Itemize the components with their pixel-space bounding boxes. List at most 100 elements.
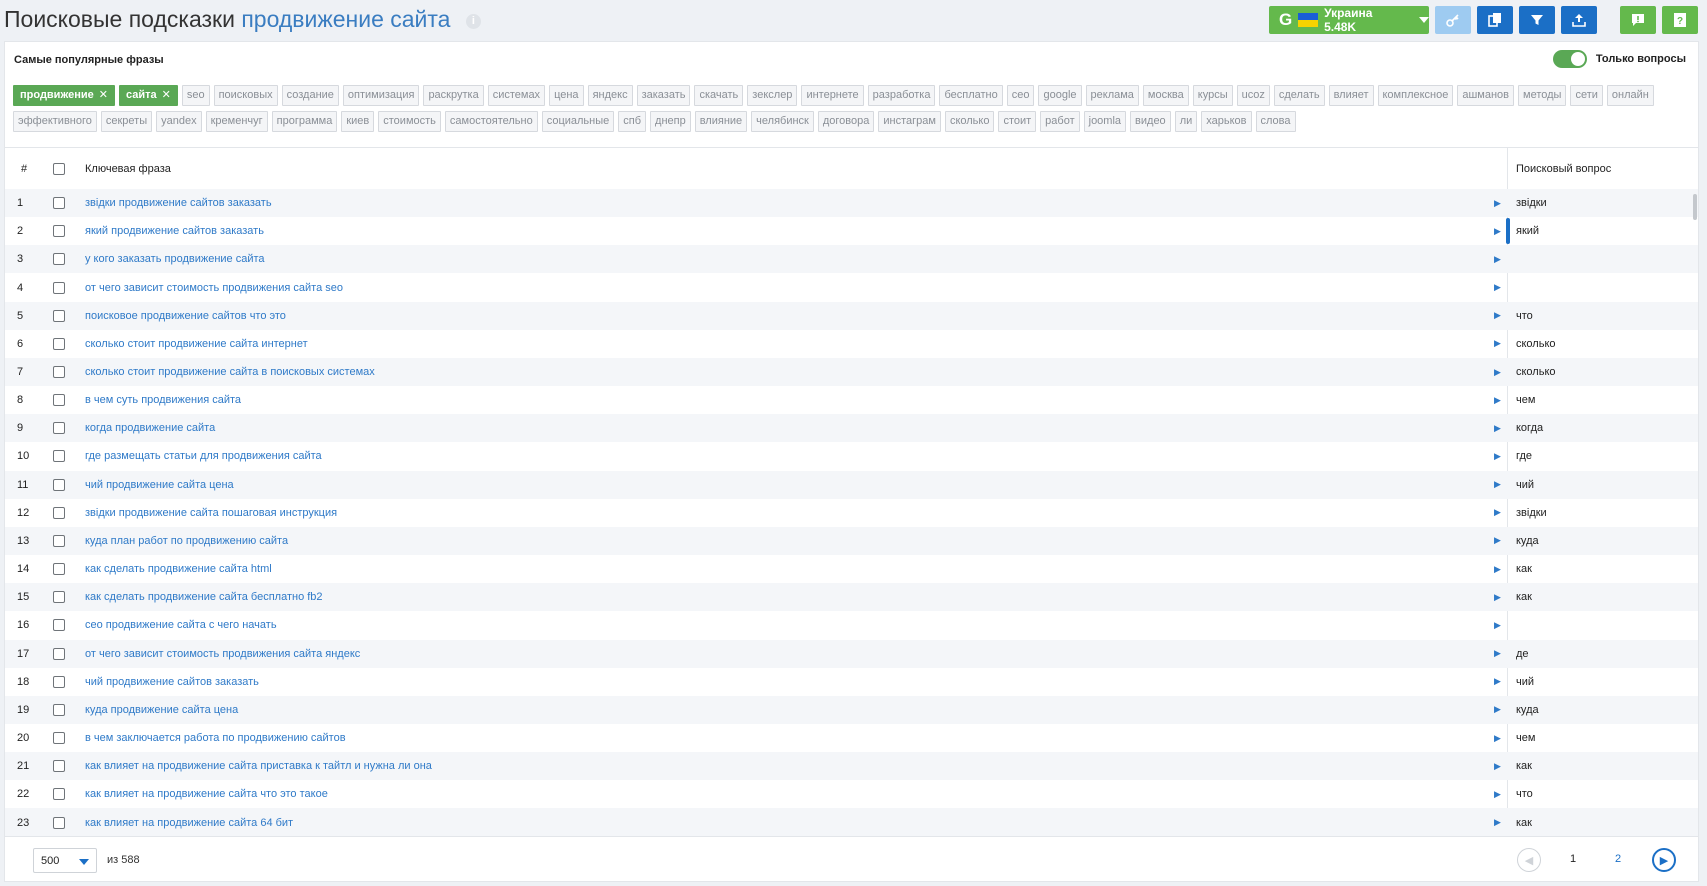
expand-arrow-icon[interactable]: ▶ [1494, 273, 1501, 301]
row-checkbox[interactable] [53, 563, 65, 576]
phrase-chip[interactable]: спб [618, 111, 647, 132]
phrase-chip[interactable]: стоит [998, 111, 1037, 132]
active-chip[interactable]: сайта ✕ [118, 85, 178, 106]
row-checkbox[interactable] [53, 197, 65, 210]
keyword-phrase-link[interactable]: звідки продвижение сайтов заказать [85, 189, 272, 217]
phrase-chip[interactable]: челябинск [751, 111, 814, 132]
row-checkbox[interactable] [53, 225, 65, 238]
expand-arrow-icon[interactable]: ▶ [1494, 780, 1501, 808]
expand-arrow-icon[interactable]: ▶ [1494, 527, 1501, 555]
keyword-phrase-link[interactable]: сео продвижение сайта с чего начать [85, 611, 277, 639]
expand-arrow-icon[interactable]: ▶ [1494, 442, 1501, 470]
phrase-chip[interactable]: киев [341, 111, 375, 132]
expand-arrow-icon[interactable]: ▶ [1494, 302, 1501, 330]
phrase-chip[interactable]: инстаграм [878, 111, 941, 132]
phrase-chip[interactable]: скачать [694, 85, 744, 106]
expand-arrow-icon[interactable]: ▶ [1494, 414, 1501, 442]
prev-page-button[interactable]: ◀ [1517, 848, 1541, 872]
keyword-phrase-link[interactable]: как сделать продвижение сайта бесплатно … [85, 583, 323, 611]
phrase-chip[interactable]: кременчуг [205, 111, 268, 132]
expand-arrow-icon[interactable]: ▶ [1494, 499, 1501, 527]
phrase-chip[interactable]: видео [1130, 111, 1171, 132]
keyword-phrase-link[interactable]: поисковое продвижение сайтов что это [85, 302, 286, 330]
expand-arrow-icon[interactable]: ▶ [1494, 245, 1501, 273]
close-icon[interactable]: ✕ [162, 89, 171, 101]
keyword-phrase-link[interactable]: куда продвижение сайта цена [85, 696, 238, 724]
expand-arrow-icon[interactable]: ▶ [1494, 358, 1501, 386]
expand-arrow-icon[interactable]: ▶ [1494, 668, 1501, 696]
phrase-chip[interactable]: влияет [1328, 85, 1374, 106]
expand-arrow-icon[interactable]: ▶ [1494, 330, 1501, 358]
row-checkbox[interactable] [53, 732, 65, 745]
phrase-chip[interactable]: заказать [636, 85, 691, 106]
row-checkbox[interactable] [53, 675, 65, 688]
phrase-chip[interactable]: интернете [801, 85, 864, 106]
select-all-checkbox[interactable] [53, 162, 65, 175]
keyword-phrase-link[interactable]: как влияет на продвижение сайта что это … [85, 780, 328, 808]
phrase-chip[interactable]: системах [487, 85, 546, 106]
row-checkbox[interactable] [53, 394, 65, 407]
phrase-chip[interactable]: эффективного [13, 111, 97, 132]
row-checkbox[interactable] [53, 450, 65, 463]
row-checkbox[interactable] [53, 366, 65, 379]
keyword-phrase-link[interactable]: сколько стоит продвижение сайта в поиско… [85, 358, 375, 386]
col-header-question[interactable]: Поисковый вопрос [1516, 148, 1611, 189]
row-checkbox[interactable] [53, 816, 65, 829]
phrase-chip[interactable]: харьков [1201, 111, 1252, 132]
phrase-chip[interactable]: секреты [100, 111, 153, 132]
phrase-chip[interactable]: бесплатно [939, 85, 1003, 106]
keyword-phrase-link[interactable]: от чего зависит стоимость продвижения са… [85, 273, 343, 301]
col-header-phrase[interactable]: Ключевая фраза [85, 148, 171, 189]
feedback-button[interactable] [1620, 6, 1656, 34]
phrase-chip[interactable]: реклама [1085, 85, 1139, 106]
keyword-phrase-link[interactable]: в чем заключается работа по продвижению … [85, 724, 346, 752]
phrase-chip[interactable]: поисковых [213, 85, 278, 106]
page-size-select[interactable]: 500 [33, 848, 97, 873]
keyword-phrase-link[interactable]: как сделать продвижение сайта html [85, 555, 272, 583]
phrase-chip[interactable]: влияние [694, 111, 748, 132]
phrase-chip[interactable]: yandex [156, 111, 202, 132]
expand-arrow-icon[interactable]: ▶ [1494, 752, 1501, 780]
row-checkbox[interactable] [53, 506, 65, 519]
phrase-chip[interactable]: разработка [867, 85, 936, 106]
phrase-chip[interactable]: программа [271, 111, 338, 132]
phrase-chip[interactable]: сети [1570, 85, 1603, 106]
resize-handle[interactable] [1506, 218, 1510, 244]
expand-arrow-icon[interactable]: ▶ [1494, 386, 1501, 414]
row-checkbox[interactable] [53, 760, 65, 773]
only-questions-toggle[interactable] [1552, 50, 1587, 68]
expand-arrow-icon[interactable]: ▶ [1494, 555, 1501, 583]
keyword-phrase-link[interactable]: как влияет на продвижение сайта приставк… [85, 752, 432, 780]
keyword-phrase-link[interactable]: звідки продвижение сайта пошаговая инстр… [85, 499, 337, 527]
filter-button[interactable] [1519, 6, 1555, 34]
phrase-chip[interactable]: google [1038, 85, 1082, 106]
row-checkbox[interactable] [53, 534, 65, 547]
phrase-chip[interactable]: стоимость [378, 111, 441, 132]
phrase-chip[interactable]: работ [1040, 111, 1080, 132]
phrase-chip[interactable]: создание [281, 85, 339, 106]
phrase-chip[interactable]: самостоятельно [444, 111, 538, 132]
keyword-phrase-link[interactable]: який продвижение сайтов заказать [85, 217, 264, 245]
phrase-chip[interactable]: социальные [541, 111, 615, 132]
keyword-phrase-link[interactable]: куда план работ по продвижению сайта [85, 527, 288, 555]
close-icon[interactable]: ✕ [99, 89, 108, 101]
phrase-chip[interactable]: цена [549, 85, 584, 106]
page-2-link[interactable]: 2 [1615, 853, 1621, 865]
keyword-phrase-link[interactable]: чий продвижение сайтов заказать [85, 668, 259, 696]
phrase-chip[interactable]: ucoz [1236, 85, 1270, 106]
keyword-phrase-link[interactable]: где размещать статьи для продвижения сай… [85, 442, 322, 470]
keyword-phrase-link[interactable]: чий продвижение сайта цена [85, 471, 234, 499]
phrase-chip[interactable]: договора [817, 111, 875, 132]
keyword-phrase-link[interactable]: когда продвижение сайта [85, 414, 215, 442]
phrase-chip[interactable]: комплексное [1377, 85, 1454, 106]
expand-arrow-icon[interactable]: ▶ [1494, 808, 1501, 836]
key-button[interactable] [1435, 6, 1471, 34]
row-checkbox[interactable] [53, 309, 65, 322]
phrase-chip[interactable]: зекслер [747, 85, 798, 106]
phrase-chip[interactable]: ли [1174, 111, 1198, 132]
phrase-chip[interactable]: сео [1006, 85, 1035, 106]
expand-arrow-icon[interactable]: ▶ [1494, 696, 1501, 724]
expand-arrow-icon[interactable]: ▶ [1494, 189, 1501, 217]
copy-button[interactable] [1477, 6, 1513, 34]
row-checkbox[interactable] [53, 478, 65, 491]
